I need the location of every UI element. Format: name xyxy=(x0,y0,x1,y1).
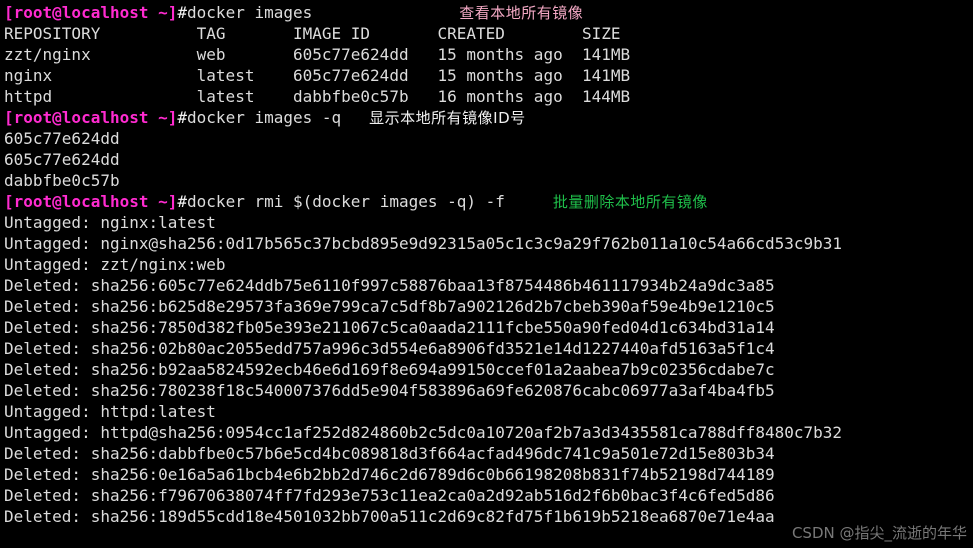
output-line: Untagged: nginx@sha256:0d17b565c37bcbd89… xyxy=(4,234,843,253)
list-item: 605c77e624dd xyxy=(4,129,120,148)
annotation-2: 显示本地所有镜像ID号 xyxy=(369,109,526,127)
output-line: Deleted: sha256:b625d8e29573fa369e799ca7… xyxy=(4,297,775,316)
annotation-1: 查看本地所有镜像 xyxy=(459,4,584,22)
terminal-screen[interactable]: [root@localhost ~]#docker images 查看本地所有镜像… xyxy=(4,2,973,548)
shell-prompt: [root@localhost ~] xyxy=(4,192,178,211)
output-line: Deleted: sha256:02b80ac2055edd757a996c3d… xyxy=(4,339,775,358)
table-row: httpd latest dabbfbe0c57b 16 months ago … xyxy=(4,87,631,106)
csdn-watermark: CSDN @指尖_流逝的年华 xyxy=(791,524,967,542)
command-line-3: [root@localhost ~]#docker rmi $(docker i… xyxy=(4,191,973,212)
table-row: nginx latest 605c77e624dd 15 months ago … xyxy=(4,66,631,85)
shell-prompt: [root@localhost ~] xyxy=(4,3,178,22)
command-text-1: docker images xyxy=(187,3,313,22)
prompt-symbol: # xyxy=(177,192,188,211)
output-line: Deleted: sha256:f79670638074ff7fd293e753… xyxy=(4,486,775,505)
output-line: Untagged: nginx:latest xyxy=(4,213,216,232)
output-line: Deleted: sha256:780238f18c540007376dd5e9… xyxy=(4,381,775,400)
list-item: dabbfbe0c57b xyxy=(4,171,120,190)
command-line-1: [root@localhost ~]#docker images 查看本地所有镜像 xyxy=(4,2,973,23)
command-line-2: [root@localhost ~]#docker images -q 显示本地所… xyxy=(4,107,973,128)
output-line: Deleted: sha256:7850d382fb05e393e211067c… xyxy=(4,318,775,337)
terminal-window: [root@localhost ~]#docker images 查看本地所有镜像… xyxy=(0,0,973,548)
prompt-symbol: # xyxy=(177,108,188,127)
output-line: Deleted: sha256:b92aa5824592ecb46e6d169f… xyxy=(4,360,775,379)
output-line: Untagged: httpd:latest xyxy=(4,402,216,421)
annotation-3: 批量删除本地所有镜像 xyxy=(552,193,708,211)
output-line: Untagged: zzt/nginx:web xyxy=(4,255,226,274)
command-text-3: docker rmi $(docker images -q) -f xyxy=(187,192,505,211)
output-line: Deleted: sha256:0e16a5a61bcb4e6b2bb2d746… xyxy=(4,465,775,484)
output-line: Deleted: sha256:dabbfbe0c57b6e5cd4bc0898… xyxy=(4,444,775,463)
list-item: 605c77e624dd xyxy=(4,150,120,169)
table-row: zzt/nginx web 605c77e624dd 15 months ago… xyxy=(4,45,631,64)
command-text-2: docker images -q xyxy=(187,108,342,127)
output-line: Untagged: httpd@sha256:0954cc1af252d8248… xyxy=(4,423,843,442)
output-line: Deleted: sha256:605c77e624ddb75e6110f997… xyxy=(4,276,775,295)
shell-prompt: [root@localhost ~] xyxy=(4,108,178,127)
prompt-symbol: # xyxy=(177,3,188,22)
images-table-header: REPOSITORY TAG IMAGE ID CREATED SIZE xyxy=(4,24,621,43)
